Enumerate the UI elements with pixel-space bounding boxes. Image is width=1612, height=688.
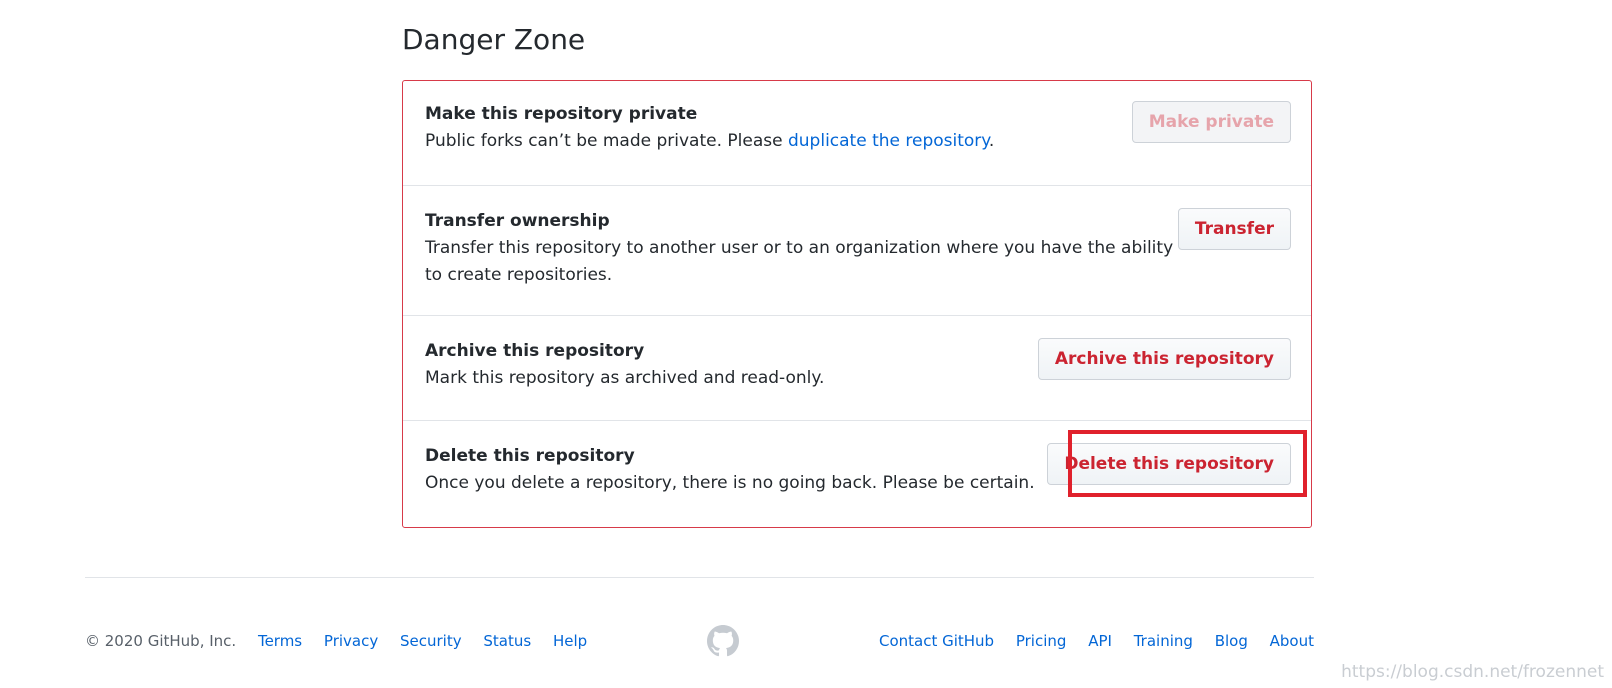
- transfer-button[interactable]: Transfer: [1177, 208, 1291, 250]
- footer-link-help[interactable]: Help: [553, 632, 587, 650]
- copyright-text: © 2020 GitHub, Inc.: [85, 632, 237, 650]
- footer-link-pricing[interactable]: Pricing: [1016, 632, 1067, 650]
- settings-page: Danger Zone Make this repository private…: [0, 0, 1612, 688]
- footer-left: © 2020 GitHub, Inc. Terms Privacy Securi…: [85, 628, 604, 654]
- danger-row-transfer: Transfer ownership Transfer this reposit…: [403, 186, 1311, 316]
- footer-right: Contact GitHub Pricing API Training Blog…: [879, 628, 1331, 654]
- footer-link-blog[interactable]: Blog: [1215, 632, 1248, 650]
- site-footer: © 2020 GitHub, Inc. Terms Privacy Securi…: [85, 625, 1314, 657]
- row-text: Transfer ownership Transfer this reposit…: [425, 208, 1185, 289]
- footer-link-training[interactable]: Training: [1134, 632, 1193, 650]
- danger-zone-section: Danger Zone Make this repository private…: [402, 22, 1314, 528]
- footer-link-privacy[interactable]: Privacy: [324, 632, 378, 650]
- delete-repository-button[interactable]: Delete this repository: [1047, 443, 1291, 485]
- danger-row-archive: Archive this repository Mark this reposi…: [403, 316, 1311, 421]
- footer-link-contact[interactable]: Contact GitHub: [879, 632, 994, 650]
- footer-link-terms[interactable]: Terms: [258, 632, 302, 650]
- section-title: Danger Zone: [402, 23, 586, 56]
- github-octocat-icon[interactable]: [707, 625, 739, 657]
- row-description: Transfer this repository to another user…: [425, 238, 1174, 285]
- duplicate-repository-link[interactable]: duplicate the repository: [788, 131, 989, 151]
- danger-row-delete: Delete this repository Once you delete a…: [403, 421, 1311, 527]
- row-title: Transfer ownership: [425, 211, 610, 231]
- archive-repository-button[interactable]: Archive this repository: [1037, 338, 1291, 380]
- footer-link-api[interactable]: API: [1088, 632, 1112, 650]
- danger-row-make-private: Make this repository private Public fork…: [403, 81, 1311, 186]
- row-text: Make this repository private Public fork…: [425, 101, 1185, 155]
- row-description-text: Public forks can’t be made private. Plea…: [425, 131, 788, 151]
- danger-zone-box: Make this repository private Public fork…: [402, 80, 1312, 528]
- footer-link-status[interactable]: Status: [483, 632, 531, 650]
- row-title: Make this repository private: [425, 104, 698, 124]
- row-description: Public forks can’t be made private. Plea…: [425, 128, 1185, 155]
- footer-link-security[interactable]: Security: [400, 632, 462, 650]
- watermark-text: https://blog.csdn.net/frozennet: [1341, 662, 1604, 682]
- make-private-button[interactable]: Make private: [1131, 101, 1291, 143]
- footer-link-about[interactable]: About: [1270, 632, 1314, 650]
- footer-divider: [85, 577, 1314, 578]
- row-description-suffix: .: [988, 131, 995, 151]
